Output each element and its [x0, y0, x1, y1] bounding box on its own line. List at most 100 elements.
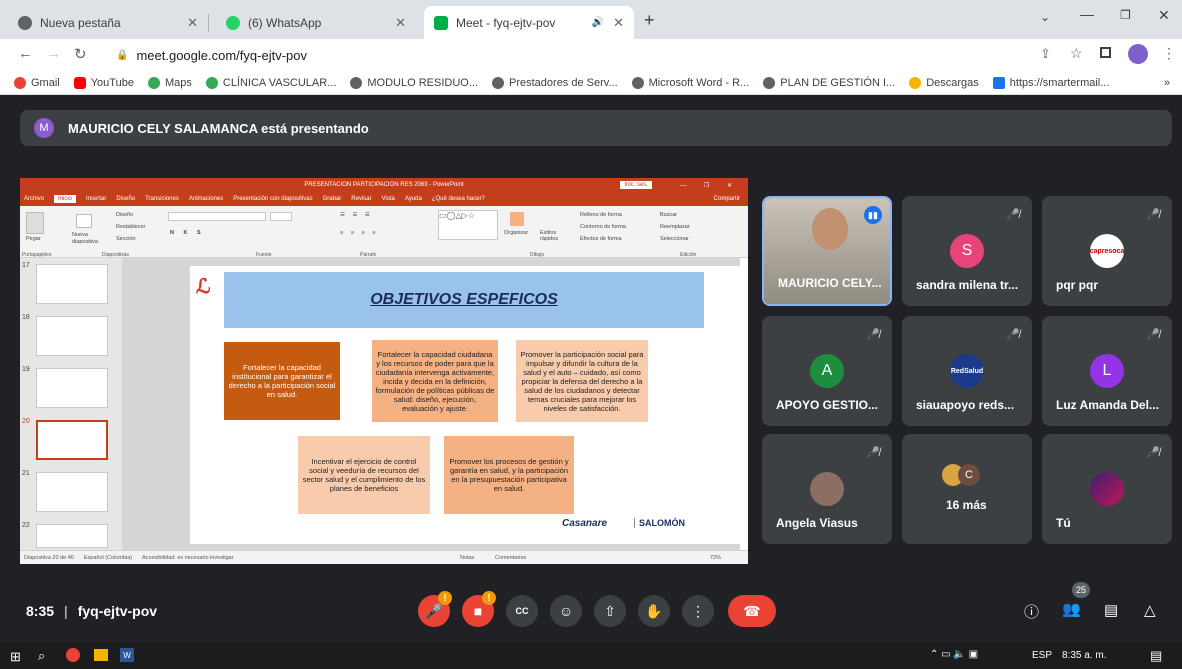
- participant-tile[interactable]: 🎤̸ L Luz Amanda Del...: [1042, 316, 1172, 426]
- tab-new-tab[interactable]: Nueva pestaña ✕: [8, 6, 209, 39]
- font-name-dropdown[interactable]: [168, 212, 266, 221]
- windows-start-icon[interactable]: ⊞: [10, 649, 21, 665]
- tab-search-icon[interactable]: ⌄: [1040, 10, 1050, 24]
- minimize-button[interactable]: —: [1080, 6, 1094, 22]
- menu-icon[interactable]: ⋮: [1162, 45, 1176, 62]
- meeting-details-button[interactable]: ⓘ: [1024, 601, 1039, 622]
- back-button[interactable]: ←: [18, 45, 33, 62]
- close-tab-icon[interactable]: ✕: [187, 15, 198, 31]
- forward-button[interactable]: →: [46, 45, 61, 62]
- slide-thumbnail[interactable]: [36, 316, 108, 356]
- bookmark-modulo[interactable]: MODULO RESIDUO...: [350, 76, 478, 89]
- salomon-logo: SALOMÓN: [634, 518, 685, 528]
- meeting-info: 8:35 | fyq-ejtv-pov: [26, 603, 158, 619]
- slide-thumbnail[interactable]: [36, 472, 108, 512]
- more-participants-tile[interactable]: C 16 más: [902, 434, 1032, 544]
- chrome-taskbar-icon[interactable]: [66, 648, 80, 662]
- paste-icon[interactable]: [26, 212, 44, 234]
- list-buttons[interactable]: ☰ ☰ ☰: [340, 212, 373, 218]
- participant-tile[interactable]: 🎤̸ A APOYO GESTIO...: [762, 316, 892, 426]
- font-format-buttons[interactable]: N K S: [170, 230, 205, 236]
- leave-call-button[interactable]: ☎: [728, 595, 776, 627]
- font-size-dropdown[interactable]: [270, 212, 292, 221]
- slide-logo-icon: ℒ: [196, 276, 211, 298]
- tab-meet[interactable]: Meet - fyq-ejtv-pov 🔊 ✕: [424, 6, 634, 39]
- slide-thumbnail[interactable]: [36, 264, 108, 304]
- file-explorer-icon[interactable]: [94, 649, 108, 661]
- chat-icon: ▤: [1104, 602, 1119, 619]
- present-button[interactable]: ⇧: [594, 595, 626, 627]
- participant-tile[interactable]: 🎤̸ Angela Viasus: [762, 434, 892, 544]
- bookmark-star-icon[interactable]: ☆: [1070, 45, 1083, 62]
- search-icon[interactable]: ⌕: [38, 648, 45, 664]
- share-icon[interactable]: ⇪: [1040, 46, 1051, 62]
- new-tab-button[interactable]: +: [644, 10, 655, 31]
- ppt-window-controls[interactable]: — ❐ ✕: [680, 182, 740, 189]
- bookmark-clinica[interactable]: CLÍNICA VASCULAR...: [205, 76, 336, 89]
- word-icon[interactable]: W: [120, 648, 134, 662]
- bookmark-maps[interactable]: Maps: [147, 76, 192, 89]
- arrange-icon[interactable]: [510, 212, 524, 226]
- bookmark-prestadores[interactable]: Prestadores de Serv...: [492, 76, 618, 89]
- meet-control-bar: [0, 575, 1182, 643]
- close-window-button[interactable]: ✕: [1158, 7, 1170, 24]
- ppt-signin-button[interactable]: Inic. ses.: [620, 181, 652, 189]
- present-icon: ⇧: [604, 602, 616, 619]
- address-bar[interactable]: 🔒 meet.google.com/fyq-ejtv-pov: [108, 43, 1028, 67]
- camera-off-icon: ■: [473, 603, 483, 619]
- browser-tab-strip: Nueva pestaña ✕ (6) WhatsApp ✕ Meet - fy…: [0, 0, 1182, 39]
- close-tab-icon[interactable]: ✕: [613, 15, 624, 31]
- captions-button[interactable]: CC: [506, 595, 538, 627]
- chrome-icon: [18, 15, 32, 30]
- notifications-icon[interactable]: ▤: [1150, 648, 1162, 664]
- participant-tile[interactable]: 🎤̸ RedSalud siauapoyo reds...: [902, 316, 1032, 426]
- reactions-button[interactable]: ☺: [550, 595, 582, 627]
- align-buttons[interactable]: ≡ ≡ ≡ ≡: [340, 230, 378, 236]
- current-slide[interactable]: ℒ OBJETIVOS ESPEFICOS Fortalecer la capa…: [190, 266, 742, 544]
- bookmark-plan[interactable]: PLAN DE GESTIÓN I...: [763, 76, 895, 89]
- people-button[interactable]: 👥: [1062, 600, 1081, 618]
- whatsapp-icon: [226, 15, 240, 30]
- tray-icons[interactable]: ⌃ ▭ 🔈 ▣: [930, 649, 978, 660]
- raise-hand-button[interactable]: ✋: [638, 595, 670, 627]
- avatar-photo: [810, 472, 844, 506]
- bookmark-word[interactable]: Microsoft Word - R...: [631, 76, 749, 89]
- participant-tile[interactable]: 🎤̸ capresoca pqr pqr: [1042, 196, 1172, 306]
- side-panel-icon[interactable]: [1100, 47, 1111, 58]
- bookmark-gmail[interactable]: Gmail: [14, 76, 60, 89]
- objective-box: Promover la participación social para im…: [516, 340, 648, 422]
- bookmark-smartermail[interactable]: https://smartermail...: [992, 76, 1109, 89]
- avatar: A: [810, 354, 844, 388]
- slide-thumbnail[interactable]: [36, 368, 108, 408]
- more-options-button[interactable]: ⋮: [682, 595, 714, 627]
- chat-button[interactable]: ▤: [1104, 601, 1118, 619]
- windows-taskbar: ⊞ ⌕ W ⌃ ▭ 🔈 ▣ ESP 8:35 a. m. ▤: [0, 643, 1182, 669]
- participant-count-badge: 25: [1072, 582, 1090, 598]
- tab-whatsapp[interactable]: (6) WhatsApp ✕: [216, 6, 416, 39]
- participant-tile[interactable]: ▮▮ MAURICIO CELY...: [762, 196, 892, 306]
- reload-button[interactable]: ↻: [74, 45, 87, 63]
- bookmark-youtube[interactable]: YouTube: [73, 76, 134, 89]
- restore-button[interactable]: ❐: [1120, 8, 1131, 22]
- slide-thumbnails: 17 18 19 20 21 22: [20, 258, 122, 550]
- youtube-icon: [73, 76, 86, 89]
- input-language[interactable]: ESP: [1032, 650, 1052, 661]
- url-text: meet.google.com/fyq-ejtv-pov: [136, 47, 307, 63]
- shapes-gallery[interactable]: ▭◯△▷☆: [438, 210, 498, 240]
- more-bookmarks-icon[interactable]: »: [1164, 77, 1170, 89]
- profile-avatar[interactable]: [1128, 44, 1148, 64]
- audio-playing-icon[interactable]: 🔊: [592, 17, 604, 28]
- close-tab-icon[interactable]: ✕: [395, 15, 406, 31]
- slide-thumbnail[interactable]: [36, 524, 108, 548]
- new-slide-icon[interactable]: [76, 214, 92, 228]
- mic-off-icon: 🎤: [425, 602, 443, 619]
- clock[interactable]: 8:35 a. m.: [1062, 650, 1106, 661]
- self-tile[interactable]: 🎤̸ Tú: [1042, 434, 1172, 544]
- activities-button[interactable]: △: [1144, 601, 1156, 619]
- meet-icon: [434, 15, 448, 30]
- bookmark-descargas[interactable]: Descargas: [909, 76, 979, 89]
- slide-thumbnail-selected[interactable]: [36, 420, 108, 460]
- speaking-icon: ▮▮: [864, 206, 882, 224]
- lock-icon: 🔒: [116, 49, 129, 61]
- participant-tile[interactable]: 🎤̸ S sandra milena tr...: [902, 196, 1032, 306]
